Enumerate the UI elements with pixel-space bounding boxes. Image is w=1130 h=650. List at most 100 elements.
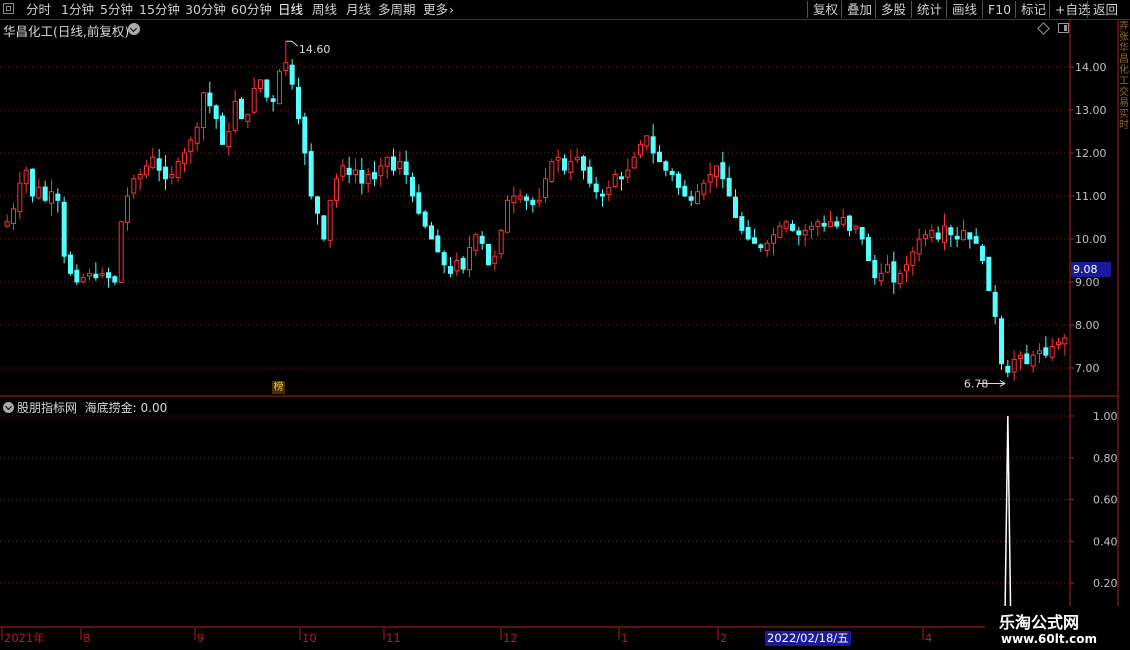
candle-body	[866, 237, 871, 262]
high-label: 14.60	[299, 43, 331, 56]
candle-body	[384, 156, 390, 167]
candle-body	[416, 192, 422, 214]
candle-body	[220, 115, 225, 145]
candle-body	[397, 161, 403, 170]
indicator-title: 股朋指标网	[17, 401, 78, 415]
candle-body	[967, 232, 973, 240]
candle-body	[511, 195, 517, 204]
candle-body	[17, 182, 23, 213]
candle-body	[948, 227, 954, 236]
candle-body	[68, 254, 73, 274]
candle-body	[714, 165, 719, 178]
chevron-down-icon[interactable]	[3, 402, 14, 413]
candle-body	[1043, 347, 1049, 356]
candle-body	[80, 277, 86, 283]
candle-body	[961, 229, 966, 241]
candle-body	[505, 199, 510, 233]
candle-body	[188, 139, 194, 152]
candle-body	[4, 221, 10, 227]
candle-body	[783, 221, 789, 229]
candle-body	[847, 215, 852, 231]
candle-body	[422, 211, 428, 227]
candle-body	[93, 273, 99, 279]
watermark-url: www.60lt.com	[1001, 632, 1098, 646]
candle-body	[916, 238, 922, 255]
candle-body	[42, 186, 48, 201]
candle-body	[764, 242, 770, 251]
time-label: 12	[503, 631, 518, 645]
candle-body	[606, 186, 612, 195]
indicator-tick-label: 0.40	[1093, 535, 1118, 548]
high-arrow	[285, 40, 299, 47]
candle-body	[872, 260, 878, 279]
kline-chart[interactable]: 14.606.78 14.0013.0012.0011.0010.009.008…	[0, 0, 1130, 650]
candle-body	[771, 234, 776, 244]
bang-marker[interactable]: 榜	[272, 381, 285, 394]
watermark-title: 乐淘公式网	[999, 613, 1080, 632]
time-label: 4	[925, 631, 932, 645]
candle-body	[644, 135, 650, 147]
candle-body	[245, 113, 251, 122]
candle-body	[587, 166, 593, 184]
candle-body	[821, 222, 827, 227]
candle-body	[473, 234, 479, 251]
candle-body	[891, 261, 897, 283]
candle-body	[1062, 337, 1068, 345]
indicator-tick-label: 1.00	[1093, 410, 1118, 423]
time-label: 10	[302, 631, 317, 645]
candle-body	[23, 169, 29, 185]
candle-body	[910, 251, 916, 266]
right-edge-text: 弄 张 华 昌 化 工 交 易 实 时	[1119, 21, 1129, 131]
candle-body	[258, 79, 263, 90]
candle-body	[201, 92, 206, 129]
candle-body	[296, 86, 301, 120]
candle-body	[1049, 346, 1055, 358]
candle-body	[992, 291, 998, 317]
axis-labels: 14.00 13.00 12.00 11.00 10.00 9.00 8.00 7.00 1.0…	[1, 61, 1118, 645]
candle-body	[391, 156, 396, 171]
candle-body	[454, 260, 460, 272]
candle-body	[378, 165, 384, 177]
candle-body	[125, 195, 130, 223]
candle-body	[1018, 354, 1023, 360]
current-price-tag: 9.08	[1071, 262, 1111, 277]
candle-body	[663, 161, 669, 171]
candle-body	[49, 191, 54, 204]
candle-body	[156, 158, 162, 171]
candle-body	[923, 234, 928, 239]
candle-body	[340, 165, 346, 177]
candle-body	[289, 64, 295, 85]
indicator-tick-label: 0.80	[1093, 452, 1118, 465]
candle-body	[61, 201, 67, 257]
candle-body	[277, 70, 282, 105]
candle-body	[232, 100, 238, 131]
candle-body	[790, 223, 795, 231]
candle-body	[625, 169, 631, 178]
candle-body	[726, 177, 732, 197]
price-tick-label: 7.00	[1075, 362, 1100, 375]
candle-body	[543, 178, 548, 198]
candle-body	[182, 152, 187, 164]
low-label: 6.78	[964, 377, 989, 390]
time-label: 1	[621, 631, 628, 645]
candle-body	[1005, 365, 1011, 373]
candle-body	[739, 216, 745, 231]
candle-body	[353, 169, 358, 176]
price-tick-label: 13.00	[1075, 104, 1107, 117]
candle-body	[815, 221, 821, 227]
candle-body	[346, 167, 352, 175]
candle-body	[530, 199, 536, 206]
candle-body	[986, 256, 992, 292]
candle-body	[657, 151, 662, 163]
indicator-header: 股朋指标网 海底捞金: 0.00	[3, 399, 167, 416]
candle-body	[74, 269, 80, 283]
candle-body	[954, 235, 960, 240]
candle-body	[87, 272, 92, 277]
candle-body	[264, 79, 270, 98]
candle-body	[163, 166, 168, 180]
candle-body	[562, 158, 567, 171]
time-label: 2021年	[4, 631, 45, 645]
candle-body	[897, 272, 903, 285]
candle-body	[650, 136, 656, 154]
candle-body	[365, 174, 371, 185]
